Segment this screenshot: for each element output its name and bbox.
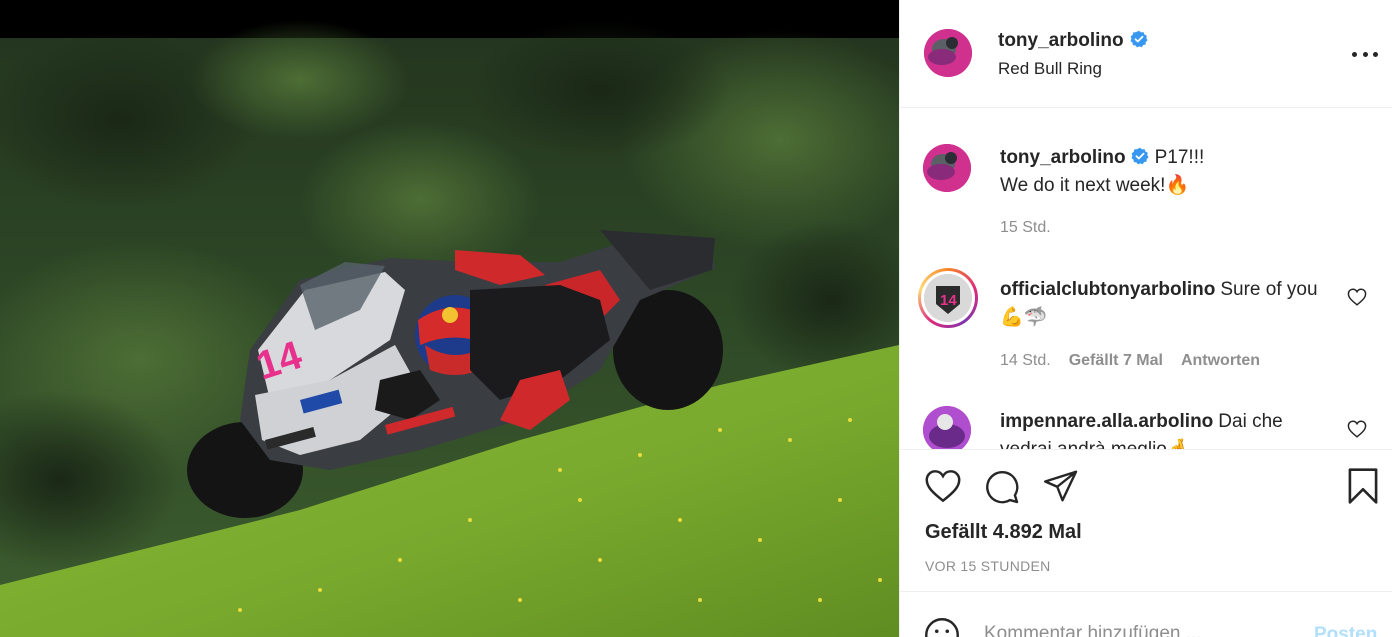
comment-like-heart-icon[interactable] [1347, 288, 1367, 306]
caption-author-avatar[interactable] [923, 144, 971, 192]
verified-badge-icon [1131, 147, 1149, 165]
post-actions: Gefällt 4.892 Mal VOR 15 STUNDEN [900, 449, 1392, 592]
post-location[interactable]: Red Bull Ring [998, 59, 1102, 79]
comment-username[interactable]: impennare.alla.arbolino [1000, 411, 1213, 432]
caption-line-2: We do it next week!🔥 [1000, 175, 1190, 196]
add-comment-bar: Posten [900, 591, 1392, 637]
comment-meta: 14 Std. Gefällt 7 Mal Antworten [1000, 352, 1260, 370]
post-like-count[interactable]: Gefällt 4.892 Mal [925, 521, 1082, 544]
commenter-avatar[interactable] [923, 406, 971, 449]
comment-reply-button[interactable]: Antworten [1181, 352, 1260, 369]
emoji-smiley-icon[interactable] [924, 617, 960, 637]
comment-body: officialclubtonyarbolino Sure of you💪🦈 [1000, 276, 1320, 332]
commenter-avatar-story-ring[interactable]: 14 [918, 268, 978, 328]
post-header: tony_arbolino Red Bull Ring [900, 0, 1392, 108]
post-comment-button[interactable]: Posten [1314, 624, 1377, 637]
caption-username[interactable]: tony_arbolino [1000, 147, 1126, 168]
more-dot [1362, 51, 1368, 57]
comment-time[interactable]: 14 Std. [1000, 352, 1051, 369]
more-dot [1373, 51, 1378, 57]
caption-body: tony_arbolino P17!!! We do it next week!🔥 [1000, 144, 1320, 200]
like-heart-icon[interactable] [924, 469, 962, 503]
svg-text:14: 14 [940, 292, 957, 309]
more-dot [1352, 51, 1357, 57]
comment-likes[interactable]: Gefällt 7 Mal [1069, 352, 1163, 369]
comments-list: tony_arbolino P17!!! We do it next week!🔥… [900, 108, 1392, 449]
add-comment-input[interactable] [984, 622, 1284, 637]
commenter-avatar: 14 [924, 274, 972, 322]
motorcycle-racer-photo: 14 [0, 0, 899, 637]
caption-time[interactable]: 15 Std. [1000, 219, 1051, 237]
comment-body: impennare.alla.arbolinoDai che vedrai an… [1000, 408, 1320, 449]
share-send-icon[interactable] [1043, 469, 1079, 503]
comment-username[interactable]: officialclubtonyarbolino [1000, 279, 1215, 300]
comment-like-heart-icon[interactable] [1347, 420, 1367, 438]
save-bookmark-icon[interactable] [1346, 468, 1380, 504]
post-photo-pane: 14 [0, 0, 899, 637]
author-username[interactable]: tony_arbolino [998, 30, 1124, 51]
more-horizontal-icon[interactable] [1352, 44, 1378, 64]
author-avatar[interactable] [924, 29, 972, 77]
verified-badge-icon [1130, 30, 1148, 48]
comment-bubble-icon[interactable] [984, 469, 1020, 505]
post-timestamp[interactable]: VOR 15 STUNDEN [925, 558, 1051, 574]
post-sidebar: tony_arbolino Red Bull Ring tony_arbolin… [899, 0, 1392, 637]
author-name-row: tony_arbolino [998, 30, 1148, 52]
caption-line-1: P17!!! [1154, 147, 1205, 168]
